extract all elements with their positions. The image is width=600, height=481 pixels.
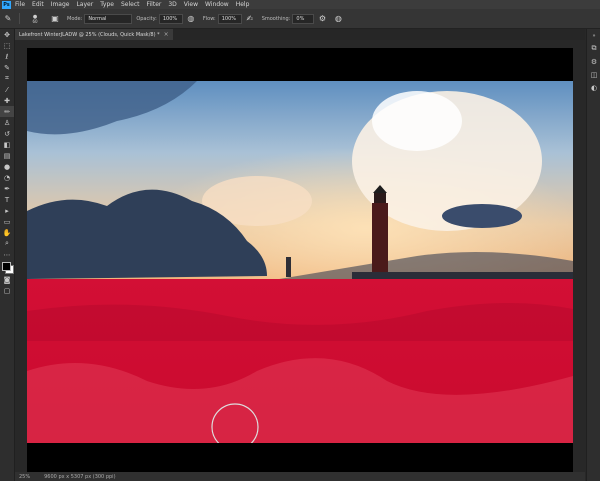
photo-quick-mask[interactable]: [27, 81, 573, 443]
mode-select[interactable]: Normal: [84, 13, 133, 24]
opacity-label: Opacity:: [136, 15, 157, 22]
history-panel-icon[interactable]: ⧉: [587, 42, 600, 55]
photoshop-logo: Ps: [2, 0, 11, 9]
options-divider: [19, 13, 20, 24]
options-bar: ✎ ● 60 ▣ Mode: Normal Opacity: 100% ◍ Fl…: [0, 9, 600, 29]
eyedropper-icon[interactable]: ⁄: [0, 84, 14, 95]
menu-filter[interactable]: Filter: [147, 1, 162, 8]
marquee-icon[interactable]: ⬚: [0, 40, 14, 51]
tools-panel: ✥ ⬚ ℓ ✎ ⌗ ⁄ ✚ ✏ ♙ ↺ ◧ ▤ ● ◔ ✒ T ▸ ▭ ✋ ⌕ …: [0, 29, 15, 481]
brush-size-picker[interactable]: ● 60: [26, 14, 44, 24]
menu-help[interactable]: Help: [236, 1, 250, 8]
menu-3d[interactable]: 3D: [168, 1, 176, 8]
menu-file[interactable]: File: [15, 1, 25, 8]
foreground-color-swatch[interactable]: [2, 262, 11, 271]
airbrush-icon[interactable]: ✍: [245, 14, 255, 24]
document-canvas[interactable]: [27, 48, 573, 472]
flow-value: 100%: [221, 15, 236, 22]
quick-select-icon[interactable]: ✎: [0, 62, 14, 73]
flow-field[interactable]: 100%: [217, 13, 242, 24]
menu-edit[interactable]: Edit: [32, 1, 44, 8]
document-tab-title: Lakefront WinterJLADW @ 25% (Clouds, Qui…: [19, 31, 160, 38]
smoothing-field[interactable]: 0%: [292, 13, 315, 24]
cloud-main-right-b: [372, 91, 462, 151]
smoothing-settings-icon[interactable]: ⚙: [317, 14, 327, 24]
menu-type[interactable]: Type: [100, 1, 114, 8]
gradient-icon[interactable]: ▤: [0, 150, 14, 161]
menu-layer[interactable]: Layer: [76, 1, 93, 8]
lasso-icon[interactable]: ℓ: [0, 51, 14, 62]
brush-preset-icon[interactable]: ✎: [3, 14, 13, 24]
brush-settings-icon[interactable]: ▣: [50, 14, 60, 24]
flow-label: Flow:: [202, 15, 216, 22]
document-tab-bar: Lakefront WinterJLADW @ 25% (Clouds, Qui…: [15, 29, 585, 40]
collapse-panels-icon[interactable]: »: [587, 29, 600, 42]
menu-window[interactable]: Window: [205, 1, 229, 8]
stamp-icon[interactable]: ♙: [0, 117, 14, 128]
path-select-icon[interactable]: ▸: [0, 205, 14, 216]
opacity-value: 100%: [162, 15, 178, 22]
lighthouse-tower: [372, 203, 388, 275]
dodge-icon[interactable]: ◔: [0, 172, 14, 183]
layers-panel-icon[interactable]: ◫: [587, 68, 600, 81]
menu-select[interactable]: Select: [121, 1, 140, 8]
pressure-size-icon[interactable]: ◍: [333, 14, 343, 24]
history-brush-icon[interactable]: ↺: [0, 128, 14, 139]
mode-value: Normal: [88, 15, 107, 22]
canvas-area: [15, 40, 585, 472]
shape-icon[interactable]: ▭: [0, 216, 14, 227]
zoom-icon[interactable]: ⌕: [0, 238, 14, 249]
smoothing-value: 0%: [296, 15, 305, 22]
menu-image[interactable]: Image: [51, 1, 70, 8]
type-icon[interactable]: T: [0, 194, 14, 205]
healing-icon[interactable]: ✚: [0, 95, 14, 106]
quick-mask-icon[interactable]: ◙: [0, 274, 14, 285]
more-icon[interactable]: ⋯: [0, 249, 14, 260]
color-swatches[interactable]: [0, 260, 14, 274]
move-icon[interactable]: ✥: [0, 29, 14, 40]
eraser-icon[interactable]: ◧: [0, 139, 14, 150]
screen-mode-icon[interactable]: ▢: [0, 285, 14, 296]
crop-icon[interactable]: ⌗: [0, 73, 14, 84]
brush-icon[interactable]: ✏: [0, 106, 14, 117]
smoothing-label: Smoothing:: [261, 15, 291, 22]
cloud-dark-right: [442, 204, 522, 228]
menu-view[interactable]: View: [184, 1, 198, 8]
status-bar: 25% 9600 px x 5307 px (300 ppi): [15, 472, 585, 481]
brush-size-value: 60: [32, 18, 38, 24]
properties-panel-icon[interactable]: ⚙: [587, 55, 600, 68]
hand-icon[interactable]: ✋: [0, 227, 14, 238]
zoom-level[interactable]: 25%: [19, 474, 30, 480]
opacity-field[interactable]: 100%: [158, 13, 183, 24]
document-tab[interactable]: Lakefront WinterJLADW @ 25% (Clouds, Qui…: [15, 29, 173, 40]
collapsed-panels: » ⧉ ⚙ ◫ ◐: [586, 29, 600, 481]
blur-icon[interactable]: ●: [0, 161, 14, 172]
menu-bar: Ps File Edit Image Layer Type Select Fil…: [0, 0, 600, 9]
pen-icon[interactable]: ✒: [0, 183, 14, 194]
adjustments-panel-icon[interactable]: ◐: [587, 81, 600, 94]
mode-label: Mode:: [67, 15, 83, 22]
small-beacon: [286, 257, 291, 277]
lighthouse-lantern: [374, 193, 386, 203]
document-size: 9600 px x 5307 px (300 ppi): [44, 473, 116, 480]
close-icon[interactable]: ×: [164, 31, 169, 38]
opacity-pressure-icon[interactable]: ◍: [186, 14, 196, 24]
